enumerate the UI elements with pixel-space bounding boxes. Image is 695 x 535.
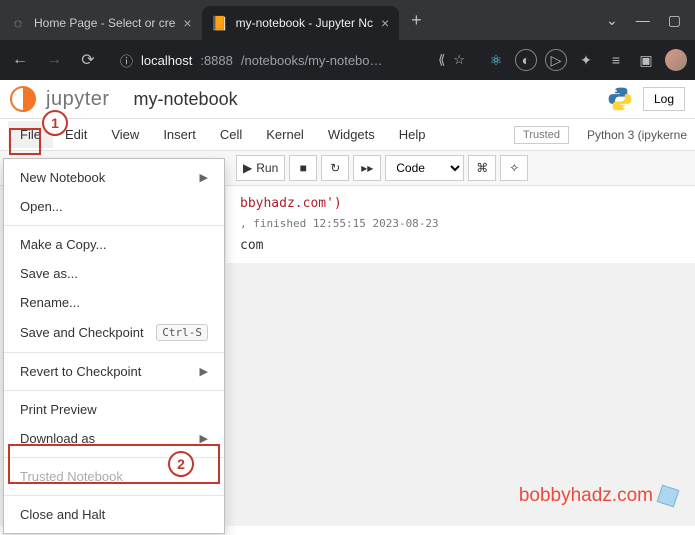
url-input[interactable]: ⓘ localhost:8888/notebooks/my-notebo… ⟪ … xyxy=(110,46,475,74)
chevron-right-icon: ▶ xyxy=(200,171,208,184)
dd-open[interactable]: Open... xyxy=(4,192,224,221)
close-icon[interactable]: × xyxy=(381,15,389,31)
dd-label: Rename... xyxy=(20,295,80,310)
notebook-header: jupyter my-notebook Log xyxy=(0,80,695,119)
dd-close-halt[interactable]: Close and Halt xyxy=(4,500,224,529)
divider xyxy=(4,352,224,353)
menu-help[interactable]: Help xyxy=(387,121,438,148)
watermark-text: bobbyhadz.com xyxy=(519,485,653,507)
notebook-favicon: 📙 xyxy=(212,15,228,31)
chevron-right-icon: ▶ xyxy=(200,365,208,378)
reload-button[interactable]: ⟳ xyxy=(76,48,100,72)
star-icon[interactable]: ☆ xyxy=(453,52,465,68)
chevron-down-icon[interactable]: ⌄ xyxy=(606,12,618,29)
url-host: localhost xyxy=(141,53,192,68)
command-palette-button[interactable]: ⌘ xyxy=(468,155,496,181)
menu-widgets[interactable]: Widgets xyxy=(316,121,387,148)
code-line: bbyhadz.com') xyxy=(240,196,681,211)
watermark: bobbyhadz.com xyxy=(519,485,677,507)
code-button[interactable]: ✧ xyxy=(500,155,528,181)
dd-label: Open... xyxy=(20,199,63,214)
code-cell[interactable]: bbyhadz.com') , finished 12:55:15 2023-0… xyxy=(226,186,695,263)
divider xyxy=(4,225,224,226)
new-tab-button[interactable]: + xyxy=(399,10,434,31)
dd-label: Make a Copy... xyxy=(20,237,106,252)
restart-button[interactable]: ↻ xyxy=(321,155,349,181)
dd-new-notebook[interactable]: New Notebook ▶ xyxy=(4,163,224,192)
menu-view[interactable]: View xyxy=(99,121,151,148)
window-controls: ⌄ — ▢ xyxy=(606,12,695,29)
divider xyxy=(4,495,224,496)
back-button[interactable]: ← xyxy=(8,48,32,72)
dd-make-copy[interactable]: Make a Copy... xyxy=(4,230,224,259)
dd-save-as[interactable]: Save as... xyxy=(4,259,224,288)
logout-button[interactable]: Log xyxy=(643,87,685,111)
kbd-shortcut: Ctrl-S xyxy=(156,324,208,341)
info-icon[interactable]: ⓘ xyxy=(120,51,133,70)
dd-label: Close and Halt xyxy=(20,507,105,522)
extensions-tray: ⚛ ◐ ▷ ✦ ≡ ▣ xyxy=(485,49,687,71)
dd-label: Save and Checkpoint xyxy=(20,325,144,340)
browser-tab-notebook[interactable]: 📙 my-notebook - Jupyter Nc × xyxy=(202,6,400,40)
dd-print-preview[interactable]: Print Preview xyxy=(4,395,224,424)
menu-bar: File Edit View Insert Cell Kernel Widget… xyxy=(0,119,695,151)
menu-cell[interactable]: Cell xyxy=(208,121,254,148)
share-icon[interactable]: ⟪ xyxy=(438,52,445,68)
cube-icon xyxy=(657,485,680,508)
fast-forward-button[interactable]: ▸▸ xyxy=(353,155,381,181)
browser-tab-home[interactable]: ◌ Home Page - Select or cre × xyxy=(0,6,202,40)
jupyter-brand: jupyter xyxy=(46,88,110,111)
menu-icon[interactable]: ≡ xyxy=(605,49,627,71)
url-port: :8888 xyxy=(200,53,233,68)
url-path: /notebooks/my-notebo… xyxy=(241,53,383,68)
ext-icon[interactable]: ▷ xyxy=(545,49,567,71)
python-icon xyxy=(607,86,633,112)
dd-rename[interactable]: Rename... xyxy=(4,288,224,317)
dd-label: New Notebook xyxy=(20,170,105,185)
stop-button[interactable]: ■ xyxy=(289,155,317,181)
divider xyxy=(4,390,224,391)
annotation-badge-2: 2 xyxy=(168,451,194,477)
cell-output: com xyxy=(240,238,681,253)
browser-address-bar: ← → ⟳ ⓘ localhost :8888/notebooks/my-note… xyxy=(0,40,695,80)
forward-button[interactable]: → xyxy=(42,48,66,72)
ublock-ext-icon[interactable]: ◐ xyxy=(515,49,537,71)
dd-label: Save as... xyxy=(20,266,78,281)
browser-tab-strip: ◌ Home Page - Select or cre × 📙 my-noteb… xyxy=(0,0,695,40)
puzzle-ext-icon[interactable]: ✦ xyxy=(575,49,597,71)
dd-label: Revert to Checkpoint xyxy=(20,364,141,379)
menu-insert[interactable]: Insert xyxy=(151,121,208,148)
notebook-name[interactable]: my-notebook xyxy=(134,89,238,110)
menu-kernel[interactable]: Kernel xyxy=(254,121,316,148)
dd-label: Print Preview xyxy=(20,402,97,417)
annotation-box-1 xyxy=(9,128,41,155)
jupyter-logo-icon[interactable] xyxy=(10,86,36,112)
dd-revert[interactable]: Revert to Checkpoint ▶ xyxy=(4,357,224,386)
minimize-icon[interactable]: — xyxy=(636,12,650,29)
react-ext-icon[interactable]: ⚛ xyxy=(485,49,507,71)
execution-time: , finished 12:55:15 2023-08-23 xyxy=(240,217,681,230)
cell-type-select[interactable]: Code xyxy=(385,155,464,181)
maximize-icon[interactable]: ▢ xyxy=(668,12,681,29)
dd-save-checkpoint[interactable]: Save and Checkpoint Ctrl-S xyxy=(4,317,224,348)
trusted-indicator[interactable]: Trusted xyxy=(514,126,569,144)
run-button[interactable]: ▶ Run xyxy=(236,155,285,181)
close-icon[interactable]: × xyxy=(183,15,191,31)
annotation-badge-1: 1 xyxy=(42,110,68,136)
profile-avatar[interactable] xyxy=(665,49,687,71)
window-icon[interactable]: ▣ xyxy=(635,49,657,71)
kernel-name: Python 3 (ipykerne xyxy=(587,128,687,142)
tab-title: Home Page - Select or cre xyxy=(34,16,175,30)
run-label: Run xyxy=(256,161,278,175)
jupyter-favicon: ◌ xyxy=(10,15,26,31)
tab-title: my-notebook - Jupyter Nc xyxy=(236,16,373,30)
